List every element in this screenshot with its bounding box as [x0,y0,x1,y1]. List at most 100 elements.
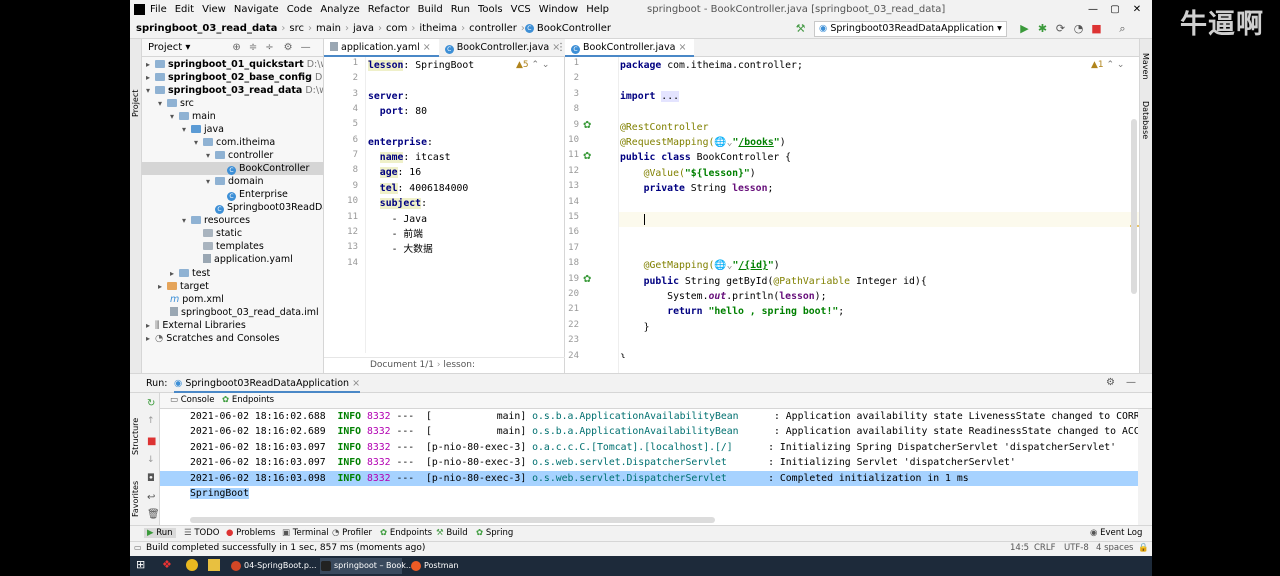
breadcrumb-src[interactable]: src [289,23,304,34]
expand-all-icon[interactable]: ≑ [249,42,257,53]
tree-item-controller[interactable]: ▾ controller [142,149,323,162]
menu-tools[interactable]: Tools [478,4,503,15]
endpoints-tab[interactable]: ✿ Endpoints [222,395,274,405]
hide-icon[interactable]: — [301,42,311,53]
trash-icon[interactable]: 🗑 [147,509,160,520]
minimize-icon[interactable]: — [1082,0,1104,19]
tree-item-pom[interactable]: m pom.xml [142,293,323,306]
locate-icon[interactable]: ⊕ [232,42,240,53]
event-log-button[interactable]: ◉ Event Log [1090,528,1142,538]
menu-file[interactable]: File [150,4,167,15]
menu-code[interactable]: Code [287,4,313,15]
breadcrumb-java[interactable]: java [353,23,374,34]
tree-item-scratches[interactable]: ▸ ◔ Scratches and Consoles [142,332,323,345]
tab-bookcontroller-java[interactable]: C BookController.java × [439,39,568,57]
taskbar-postman[interactable]: Postman [410,558,470,574]
maximize-icon[interactable]: ▢ [1104,0,1126,19]
taskbar-app-icon[interactable]: ❖ [162,559,172,571]
soft-wrap-icon[interactable]: ↩ [147,492,155,503]
tree-item-resources[interactable]: ▾ resources [142,214,323,227]
menu-analyze[interactable]: Analyze [320,4,359,15]
taskbar-intellij[interactable]: springboot – Book... [320,558,414,574]
request-mapping-gutter-icon[interactable]: ✿ [583,274,591,285]
menu-help[interactable]: Help [586,4,609,15]
tree-item-application-class[interactable]: CSpringboot03ReadData [142,201,323,214]
taskbar-powerpoint[interactable]: 04-SpringBoot.p... [230,558,317,574]
close-tab-icon[interactable]: × [423,42,431,53]
breadcrumb-project[interactable]: springboot_03_read_data [136,23,277,34]
menu-window[interactable]: Window [539,4,578,15]
tab-bookcontroller-java-2[interactable]: C BookController.java × [565,39,695,57]
tree-item-target[interactable]: ▸ target [142,280,323,293]
windows-start-icon[interactable]: ⊞ [136,559,148,571]
stop-icon[interactable]: ■ [147,436,156,447]
breadcrumb-com[interactable]: com [386,23,407,34]
lock-icon[interactable]: 🔒 [1138,543,1149,553]
stop-icon[interactable]: ■ [1090,22,1103,35]
warnings-indicator[interactable]: ▲5 ⌃ ⌄ [516,60,549,70]
endpoints-tool-button[interactable]: ✿ Endpoints [380,528,432,538]
caret-position[interactable]: 14:5 [1010,543,1029,553]
java-code-area[interactable]: package com.itheima.controller; import .… [620,58,1132,358]
file-encoding[interactable]: UTF-8 [1064,543,1089,553]
console-output[interactable]: 2021-06-02 18:16:02.688 INFO 8332 --- [ … [160,409,1138,525]
close-tab-icon[interactable]: × [352,378,360,389]
run-icon[interactable]: ▶ [1018,22,1031,35]
indent-setting[interactable]: 4 spaces [1096,543,1133,553]
tree-item-enterprise[interactable]: C Enterprise [142,188,323,201]
todo-tool-button[interactable]: ☰ TODO [184,528,219,538]
scroll-up-icon[interactable]: ↑ [147,416,155,426]
search-everywhere-icon[interactable]: ⌕ [1116,22,1129,35]
tree-item-java[interactable]: ▾ java [142,123,323,136]
camera-icon[interactable]: ◘ [147,473,155,484]
menu-edit[interactable]: Edit [175,4,194,15]
build-hammer-icon[interactable]: ⚒ [794,22,807,35]
profile-icon[interactable]: ◔ [1072,22,1085,35]
tree-item-read-data[interactable]: ▾springboot_03_read_data D:\worksp [142,84,323,97]
tree-item-test[interactable]: ▸ test [142,267,323,280]
breadcrumb-itheima[interactable]: itheima [419,23,457,34]
project-tool-tab[interactable]: Project [131,90,140,117]
menu-build[interactable]: Build [418,4,443,15]
spring-tool-button[interactable]: ✿ Spring [476,528,513,538]
chrome-icon[interactable] [186,559,198,571]
breadcrumb-controller[interactable]: controller [469,23,517,34]
profiler-tool-button[interactable]: ◔ Profiler [332,528,372,538]
tree-item-base-config[interactable]: ▸springboot_02_base_config D:\work [142,71,323,84]
line-separator[interactable]: CRLF [1034,543,1055,553]
tree-item-domain[interactable]: ▾ domain [142,175,323,188]
yaml-key-crumb[interactable]: lesson: [443,360,475,370]
settings-gear-icon[interactable]: ⚙ [1106,377,1115,388]
spring-bean-gutter-icon[interactable]: ✿ [583,151,591,162]
status-icon[interactable]: ▭ [134,543,142,552]
warnings-indicator[interactable]: ▲1 ⌃ ⌄ [1091,60,1124,70]
breadcrumb-bookcontroller[interactable]: BookController [537,23,611,34]
menu-vcs[interactable]: VCS [511,4,531,15]
tree-item-src[interactable]: ▾ src [142,97,323,110]
project-view-select[interactable]: Project ▾ [148,42,190,53]
menu-view[interactable]: View [202,4,226,15]
yaml-document-crumb[interactable]: Document 1/1 [370,360,434,370]
collapse-all-icon[interactable]: ÷ [265,42,273,53]
run-config-tab[interactable]: ◉ Springboot03ReadDataApplication × [174,378,361,393]
menu-navigate[interactable]: Navigate [234,4,279,15]
tree-item-quickstart[interactable]: ▸springboot_01_quickstart D:\worksp [142,58,323,71]
structure-tool-tab[interactable]: Structure [131,418,140,455]
tree-item-com-itheima[interactable]: ▾ com.itheima [142,136,323,149]
spring-bean-gutter-icon[interactable]: ✿ [583,120,591,131]
console-tab[interactable]: ▭ Console [170,395,214,405]
run-tool-button[interactable]: ▶ Run [144,528,176,538]
database-tool-tab[interactable]: Database [1141,101,1150,139]
hide-panel-icon[interactable]: — [1126,377,1136,388]
tree-item-bookcontroller[interactable]: C BookController [142,162,323,175]
run-configuration-select[interactable]: ◉ Springboot03ReadDataApplication ▾ [814,21,1007,37]
close-icon[interactable]: ✕ [1126,0,1148,19]
tree-item-static[interactable]: static [142,227,323,240]
rerun-icon[interactable]: ↻ [147,398,155,409]
maven-tool-tab[interactable]: Maven [1141,53,1150,80]
build-tool-button[interactable]: ⚒ Build [436,528,468,538]
close-tab-icon[interactable]: × [678,42,686,53]
scroll-down-icon[interactable]: ↓ [147,455,155,465]
breadcrumb-main[interactable]: main [316,23,341,34]
terminal-tool-button[interactable]: ▣ Terminal [282,528,329,538]
